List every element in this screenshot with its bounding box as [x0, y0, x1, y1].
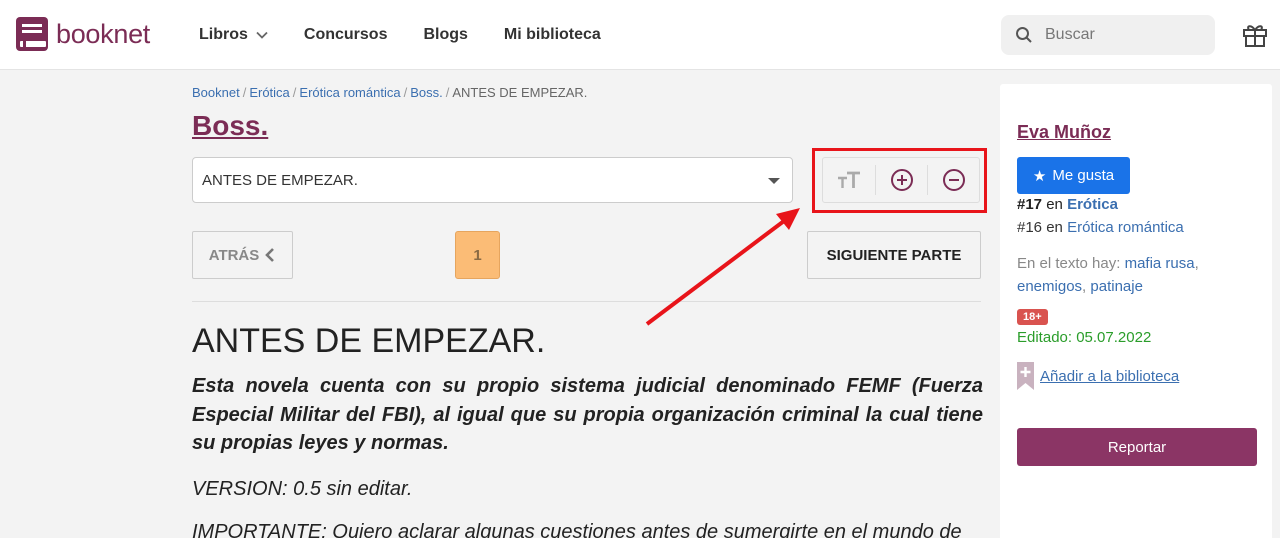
- edited-date: Editado: 05.07.2022: [1017, 329, 1152, 346]
- nav-blogs[interactable]: Blogs: [423, 26, 467, 44]
- author-link[interactable]: Eva Muñoz: [1017, 122, 1111, 143]
- back-label: ATRÁS: [208, 246, 260, 264]
- next-part-button[interactable]: SIGUIENTE PARTE: [807, 231, 981, 279]
- chapter-paragraph-1: Esta novela cuenta con su propio sistema…: [192, 375, 983, 454]
- breadcrumb-erotica[interactable]: Erótica: [249, 85, 289, 100]
- nav-mi-biblioteca[interactable]: Mi biblioteca: [504, 26, 601, 44]
- report-button[interactable]: Reportar: [1017, 428, 1257, 466]
- bookmark-plus-icon: [1017, 362, 1034, 390]
- like-label: Me gusta: [1052, 167, 1115, 184]
- tag-link[interactable]: enemigos: [1017, 278, 1082, 295]
- chapter-heading: ANTES DE EMPEZAR.: [192, 322, 546, 360]
- gift-icon[interactable]: [1242, 22, 1268, 48]
- chapter-paragraph-3: IMPORTANTE: Quiero aclarar algunas cuest…: [192, 521, 962, 538]
- age-rating-badge: 18+: [1017, 309, 1048, 325]
- tags: En el texto hay: mafia rusa, enemigos, p…: [1017, 255, 1199, 295]
- dropdown-caret-icon: [768, 178, 780, 184]
- add-to-library-link[interactable]: Añadir a la biblioteca: [1017, 362, 1179, 390]
- chapter-select-value: ANTES DE EMPEZAR.: [202, 171, 358, 189]
- nav-concursos[interactable]: Concursos: [304, 26, 388, 44]
- breadcrumb-current: ANTES DE EMPEZAR.: [452, 85, 588, 100]
- tag-link[interactable]: patinaje: [1090, 278, 1143, 295]
- logo[interactable]: booknet: [16, 17, 150, 51]
- like-button[interactable]: ★ Me gusta: [1017, 157, 1130, 194]
- search-input[interactable]: Buscar: [1001, 15, 1215, 55]
- rank2-en: en: [1046, 219, 1063, 236]
- page-number-1[interactable]: 1: [455, 231, 500, 279]
- chapter-paragraph-2: VERSION: 0.5 sin editar.: [192, 478, 413, 500]
- rank2-number: #16: [1017, 219, 1043, 236]
- add-to-library-label[interactable]: Añadir a la biblioteca: [1040, 368, 1179, 385]
- logo-text: booknet: [56, 19, 150, 49]
- tags-prefix: En el texto hay:: [1017, 255, 1121, 272]
- nav-concursos-label: Concursos: [303, 26, 388, 43]
- breadcrumb-erotica-romantica[interactable]: Erótica romántica: [299, 85, 400, 100]
- book-title-link[interactable]: Boss.: [192, 110, 268, 142]
- main-nav: Libros Concursos Blogs Mi biblioteca: [199, 0, 637, 70]
- nav-libros[interactable]: Libros: [199, 26, 268, 44]
- nav-blogs-label: Blogs: [423, 26, 468, 43]
- rank1-category-link[interactable]: Erótica: [1067, 196, 1118, 213]
- book-logo-icon: [16, 17, 48, 51]
- chevron-left-icon: [265, 248, 275, 262]
- site-header: booknet Libros Concursos Blogs Mi biblio…: [0, 0, 1280, 70]
- chapter-select[interactable]: ANTES DE EMPEZAR.: [192, 157, 793, 203]
- rank-erotica-romantica: #16 en Erótica romántica: [1017, 219, 1184, 236]
- nav-mi-biblioteca-label: Mi biblioteca: [503, 26, 601, 43]
- search-placeholder: Buscar: [1045, 26, 1095, 43]
- divider: [192, 301, 981, 302]
- breadcrumb: Booknet / Erótica / Erótica romántica / Boss. /…: [192, 85, 588, 100]
- rank1-number: #17: [1017, 196, 1043, 213]
- breadcrumb-booknet[interactable]: Booknet: [192, 85, 240, 100]
- book-sidebar: Eva Muñoz ★ Me gusta #17 en Erótica #16 …: [1000, 84, 1272, 538]
- star-icon: ★: [1032, 167, 1047, 185]
- back-button[interactable]: ATRÁS: [192, 231, 293, 279]
- rank2-category-link[interactable]: Erótica romántica: [1067, 219, 1184, 236]
- rank-erotica: #17 en Erótica: [1017, 196, 1118, 213]
- rank1-en: en: [1046, 196, 1063, 213]
- nav-libros-label: Libros: [199, 26, 248, 43]
- chevron-down-icon: [256, 31, 268, 39]
- annotation-highlight-box: [812, 148, 987, 213]
- search-icon: [1016, 27, 1032, 43]
- tag-link[interactable]: mafia rusa: [1125, 255, 1195, 272]
- breadcrumb-boss[interactable]: Boss.: [410, 85, 443, 100]
